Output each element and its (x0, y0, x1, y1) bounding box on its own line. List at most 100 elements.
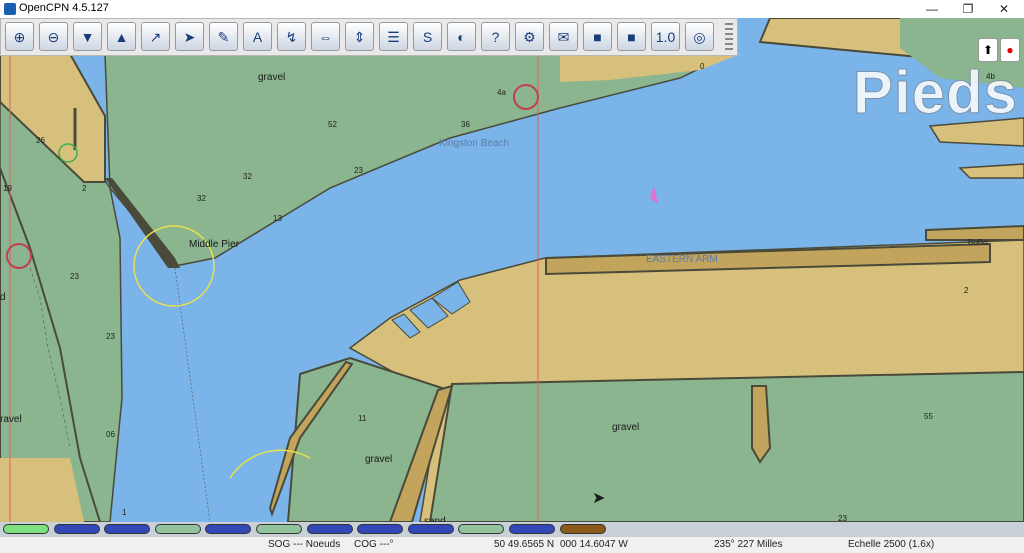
scale-up-button[interactable]: ▲ (107, 22, 136, 51)
mouse-cursor-icon: ➤ (592, 490, 606, 507)
text-button[interactable]: A (243, 22, 272, 51)
zoom-out-icon: ⊖ (47, 28, 60, 45)
sounding: 55 (924, 412, 933, 421)
counter-icon: 1.0 (655, 28, 676, 45)
route-manager-icon: ☰ (387, 28, 400, 45)
south-land (428, 370, 1024, 522)
print-button[interactable]: ✉ (549, 22, 578, 51)
sounding: 11 (358, 414, 367, 423)
eastern-arm-label: EASTERN ARM (646, 254, 718, 265)
tide-button[interactable]: ⇔ (311, 22, 340, 51)
route-button[interactable]: ↗ (141, 22, 170, 51)
piano-key[interactable] (407, 524, 454, 534)
sounding: 19 (3, 184, 12, 193)
layer-1-icon: ■ (593, 28, 602, 45)
auto-follow-icon: ➤ (183, 28, 196, 45)
piano-key[interactable] (559, 524, 606, 534)
piano-key[interactable] (3, 524, 49, 534)
status-bar: SOG --- Noeuds COG ---° 50 49.6565 N 000… (0, 536, 1024, 553)
main-toolbar: ⊕ ⊖ ▼ ▲ ↗ ➤ ✎ A ↯ ⇔ ⇕ ☰ S ◐? ⚙ ✉ ■ ■ 1.0 ◎ (0, 18, 738, 56)
current-icon: ↯ (285, 28, 298, 45)
course-up-icon: ⇕ (353, 28, 366, 45)
gravel-label-bottom-right: gravel (612, 422, 640, 433)
sounding: 2 (82, 184, 87, 193)
sounding: 06 (106, 430, 115, 439)
mob-icon: ◎ (693, 28, 706, 45)
piano-key[interactable] (458, 524, 505, 534)
color-scheme-button[interactable]: ◐ (447, 22, 476, 51)
route-manager-button[interactable]: ☰ (379, 22, 408, 51)
sog-readout: SOG --- Noeuds (268, 539, 341, 550)
bobo-label: BoBo (968, 238, 988, 247)
sounding: 23 (354, 166, 363, 175)
north-up-icon[interactable]: ⬆ (978, 38, 998, 62)
layer-button-2[interactable]: ■ (617, 22, 646, 51)
mob-button[interactable]: ◎ (685, 22, 714, 51)
course-up-button[interactable]: ⇕ (345, 22, 374, 51)
scale-down-button[interactable]: ▼ (73, 22, 102, 51)
auto-follow-button[interactable]: ➤ (175, 22, 204, 51)
sounding: 4a (497, 88, 506, 97)
piano-key[interactable] (357, 524, 404, 534)
longitude-readout: 000 14.6047 W (560, 539, 628, 550)
sounding: 13 (273, 214, 282, 223)
settings-button[interactable]: ✎ (209, 22, 238, 51)
piano-key[interactable] (53, 524, 100, 534)
minimize-button[interactable]: — (914, 0, 950, 18)
latitude-readout: 50 49.6565 N (494, 539, 555, 550)
zoom-in-button[interactable]: ⊕ (5, 22, 34, 51)
track-icon: S (422, 28, 433, 45)
scale-up-icon: ▲ (114, 28, 129, 45)
layer-2-icon: ■ (627, 28, 636, 45)
piano-key[interactable] (256, 524, 302, 534)
sounding: 36 (461, 120, 470, 129)
track-button[interactable]: S (413, 22, 442, 51)
plugin-icon: ⚙ (523, 28, 536, 45)
bearing-distance-readout: 235° 227 Milles (714, 539, 783, 550)
kingston-beach-label: Kingston Beach (439, 138, 510, 149)
chart-piano-bar (0, 522, 1024, 536)
sounding: 23 (70, 272, 79, 281)
chart-canvas[interactable]: gravel Kingston Beach Middle Pier EASTER… (0, 18, 1024, 522)
sounding: 23 (106, 332, 115, 341)
gravel-label-left: ravel (0, 414, 22, 425)
help-icon: ? (491, 28, 500, 45)
depth-unit-overlay: Pieds (852, 59, 1018, 127)
title-bar: OpenCPN 4.5.127 — ❐ ✕ (0, 0, 1024, 19)
sounding: 26 (36, 136, 45, 145)
piano-key[interactable] (306, 524, 353, 534)
piano-key[interactable] (104, 524, 151, 534)
piano-key[interactable] (154, 524, 201, 534)
help-button[interactable]: ? (481, 22, 510, 51)
current-button[interactable]: ↯ (277, 22, 306, 51)
sounding: 23 (838, 514, 847, 522)
counter-button[interactable]: 1.0 (651, 22, 680, 51)
pink-marker (650, 186, 658, 204)
piano-key[interactable] (205, 524, 252, 534)
app-icon (4, 3, 16, 15)
piano-key[interactable] (509, 524, 555, 534)
scale-readout: Echelle 2500 (1.6x) (848, 539, 935, 550)
settings-icon: ✎ (217, 28, 230, 45)
close-button[interactable]: ✕ (986, 0, 1022, 18)
sounding: 2 (964, 286, 969, 295)
compass-widget[interactable]: ⬆ ● (978, 38, 1020, 64)
print-icon: ✉ (557, 28, 570, 45)
toolbar-grip[interactable] (725, 23, 733, 51)
ne-shoal-2 (958, 163, 1024, 179)
maximize-button[interactable]: ❐ (950, 0, 986, 18)
d-label-left: d (0, 292, 6, 303)
cog-readout: COG ---° (354, 539, 394, 550)
gps-status-icon: ● (1000, 38, 1020, 62)
sounding: 0 (700, 62, 705, 71)
window-title: OpenCPN 4.5.127 (19, 2, 109, 14)
zoom-in-icon: ⊕ (13, 28, 26, 45)
zoom-out-button[interactable]: ⊖ (39, 22, 68, 51)
layer-button-1[interactable]: ■ (583, 22, 612, 51)
sounding: 1 (122, 508, 127, 517)
sounding: 32 (243, 172, 252, 181)
gravel-label-top: gravel (258, 72, 286, 83)
plugin-button[interactable]: ⚙ (515, 22, 544, 51)
color-scheme-icon: ◐ (457, 28, 466, 45)
text-icon: A (252, 28, 263, 45)
